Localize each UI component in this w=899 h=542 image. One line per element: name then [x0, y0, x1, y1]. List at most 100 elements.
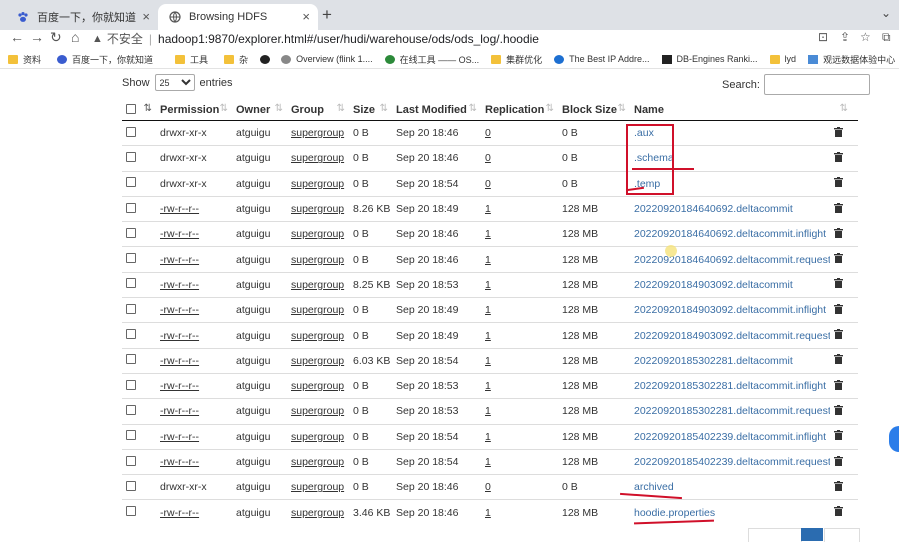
name-link[interactable]: 20220920185302281.deltacommit.requested — [630, 398, 830, 425]
delete-cell[interactable] — [830, 448, 858, 475]
checkbox-cell[interactable] — [122, 121, 156, 146]
checkbox-cell[interactable] — [122, 297, 156, 323]
forward-icon[interactable]: → — [30, 29, 44, 45]
trash-icon[interactable] — [834, 430, 843, 443]
column-header[interactable]: Size ⇅ — [349, 100, 392, 121]
table-row[interactable]: -rw-r--r-- atguigu supergroup 0 B Sep 20 18:… — [122, 398, 858, 425]
delete-cell[interactable] — [830, 297, 858, 323]
row-checkbox[interactable] — [126, 404, 136, 415]
table-row[interactable]: -rw-r--r-- atguigu supergroup 6.03 KB Sep 20… — [122, 347, 858, 374]
delete-cell[interactable] — [830, 121, 858, 146]
name-link[interactable]: 20220920185402239.deltacommit.requested — [630, 448, 830, 475]
trash-icon[interactable] — [834, 455, 843, 469]
permission-cell[interactable]: -rw-r--r-- — [156, 271, 232, 298]
row-checkbox[interactable] — [126, 227, 136, 238]
bookmark-item[interactable]: 杂 — [224, 53, 248, 66]
column-header[interactable]: ⇅ — [830, 100, 858, 121]
sort-icon[interactable]: ⇅ — [144, 103, 152, 114]
delete-cell[interactable] — [830, 145, 858, 172]
pagination-previous[interactable] — [748, 528, 802, 542]
checkbox-cell[interactable] — [122, 145, 156, 172]
permission-cell[interactable]: -rw-r--r-- — [156, 372, 232, 399]
replication-cell[interactable]: 1 — [481, 322, 558, 349]
delete-cell[interactable] — [830, 246, 858, 273]
tab-baidu[interactable]: 百度一下，你就知道 × — [6, 4, 158, 30]
sort-icon[interactable]: ⇅ — [220, 103, 228, 114]
delete-cell[interactable] — [830, 423, 858, 450]
table-row[interactable]: drwxr-xr-x atguigu supergroup 0 B Sep 20 18:… — [122, 121, 858, 146]
tab-search-icon[interactable]: ⌄ — [881, 6, 891, 20]
row-checkbox[interactable] — [126, 177, 136, 188]
delete-cell[interactable] — [830, 474, 858, 500]
bookmark-item[interactable]: Overview (flink 1.... — [281, 54, 373, 64]
row-checkbox[interactable] — [126, 480, 136, 491]
permission-cell[interactable]: -rw-r--r-- — [156, 195, 232, 222]
trash-icon[interactable] — [834, 404, 843, 418]
permission-cell[interactable]: -rw-r--r-- — [156, 347, 232, 374]
checkbox-cell[interactable] — [122, 474, 156, 500]
row-checkbox[interactable] — [126, 430, 136, 441]
delete-cell[interactable] — [830, 170, 858, 197]
checkbox-cell[interactable] — [122, 271, 156, 298]
replication-cell[interactable]: 1 — [481, 195, 558, 222]
permission-cell[interactable]: -rw-r--r-- — [156, 398, 232, 425]
bookmark-item[interactable]: DB-Engines Ranki... — [661, 54, 758, 64]
delete-cell[interactable] — [830, 347, 858, 374]
replication-cell[interactable]: 1 — [481, 423, 558, 450]
replication-cell[interactable]: 1 — [481, 271, 558, 298]
checkbox-cell[interactable] — [122, 195, 156, 222]
replication-cell[interactable]: 1 — [481, 297, 558, 323]
sort-icon[interactable]: ⇅ — [469, 103, 477, 114]
name-link[interactable]: 20220920184640692.deltacommit.inflight — [630, 221, 830, 247]
bookmark-item[interactable]: 观远数据体验中心 — [808, 53, 895, 66]
row-checkbox[interactable] — [126, 329, 136, 340]
search-input[interactable] — [763, 74, 870, 95]
star-icon[interactable]: ☆ — [860, 30, 871, 44]
delete-cell[interactable] — [830, 398, 858, 425]
back-icon[interactable]: ← — [10, 29, 24, 45]
replication-cell[interactable]: 1 — [481, 221, 558, 247]
extensions-icon[interactable]: ⧉ — [882, 30, 891, 45]
select-all-checkbox[interactable] — [126, 103, 136, 114]
delete-cell[interactable] — [830, 372, 858, 399]
row-checkbox[interactable] — [126, 253, 136, 264]
table-row[interactable]: -rw-r--r-- atguigu supergroup 0 B Sep 20 18:… — [122, 372, 858, 399]
security-label[interactable]: 不安全 — [107, 30, 143, 47]
column-header[interactable]: Owner ⇅ — [232, 100, 287, 121]
permission-cell[interactable]: -rw-r--r-- — [156, 246, 232, 273]
table-row[interactable]: -rw-r--r-- atguigu supergroup 8.26 KB Sep 20… — [122, 195, 858, 222]
name-link[interactable]: 20220920184903092.deltacommit.requested — [630, 322, 830, 349]
permission-cell[interactable]: -rw-r--r-- — [156, 499, 232, 525]
table-row[interactable]: drwxr-xr-x atguigu supergroup 0 B Sep 20 18:… — [122, 145, 858, 172]
table-row[interactable]: -rw-r--r-- atguigu supergroup 0 B Sep 20 18:… — [122, 448, 858, 475]
permission-cell[interactable]: -rw-r--r-- — [156, 423, 232, 450]
pagination-next[interactable] — [824, 528, 860, 542]
pagination-page-active[interactable] — [801, 528, 823, 541]
row-checkbox[interactable] — [126, 303, 136, 314]
close-icon[interactable]: × — [142, 9, 150, 24]
row-checkbox[interactable] — [126, 354, 136, 365]
name-link[interactable]: 20220920185402239.deltacommit.inflight — [630, 423, 830, 450]
trash-icon[interactable] — [834, 278, 843, 291]
trash-icon[interactable] — [834, 202, 843, 216]
table-row[interactable]: drwxr-xr-x atguigu supergroup 0 B Sep 20 18:… — [122, 170, 858, 197]
trash-icon[interactable] — [834, 329, 843, 342]
delete-cell[interactable] — [830, 322, 858, 349]
name-link[interactable]: 20220920184903092.deltacommit.inflight — [630, 297, 830, 323]
table-row[interactable]: drwxr-xr-x atguigu supergroup 0 B Sep 20 18:… — [122, 474, 858, 500]
column-header[interactable]: Name — [630, 100, 830, 121]
table-row[interactable]: -rw-r--r-- atguigu supergroup 0 B Sep 20 18:… — [122, 423, 858, 450]
name-link[interactable]: 20220920184903092.deltacommit — [630, 271, 830, 298]
checkbox-cell[interactable] — [122, 499, 156, 525]
table-row[interactable]: -rw-r--r-- atguigu supergroup 3.46 KB Sep 20… — [122, 499, 858, 525]
home-icon[interactable]: ⌂ — [71, 29, 79, 45]
trash-icon[interactable] — [834, 151, 843, 165]
permission-cell[interactable]: -rw-r--r-- — [156, 322, 232, 349]
close-icon[interactable]: × — [302, 9, 310, 24]
bookmark-item[interactable]: 工具 — [175, 53, 208, 66]
url-text[interactable]: hadoop1:9870/explorer.html#/user/hudi/wa… — [158, 32, 539, 46]
sort-icon[interactable]: ⇅ — [840, 103, 848, 114]
delete-cell[interactable] — [830, 221, 858, 247]
delete-cell[interactable] — [830, 271, 858, 298]
column-header[interactable]: Block Size ⇅ — [558, 100, 630, 121]
